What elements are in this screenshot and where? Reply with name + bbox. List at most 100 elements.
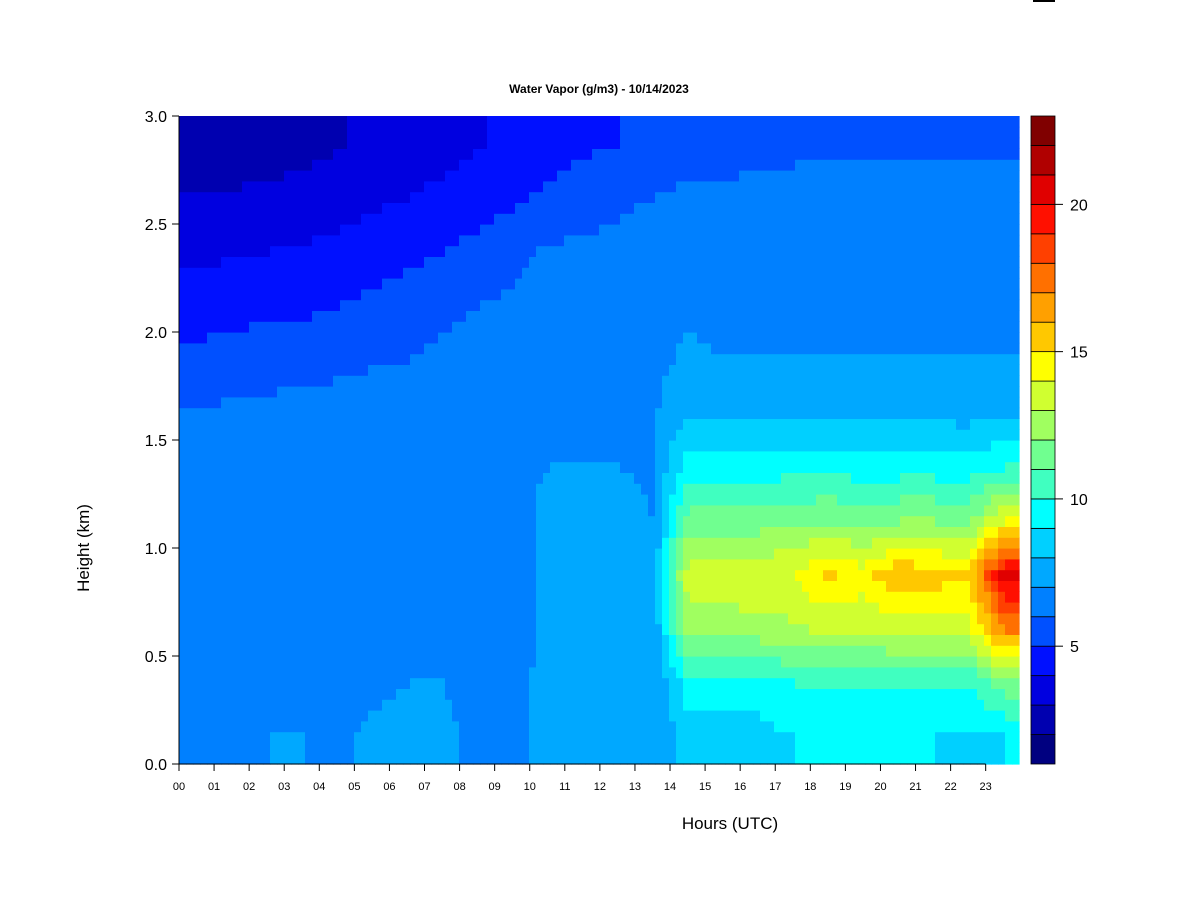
heatmap-cell [676,537,684,549]
heatmap-cell [564,375,572,387]
heatmap-cell [725,396,733,409]
heatmap-cell [662,483,670,495]
heatmap-cell [459,148,467,160]
heatmap-cell [403,558,411,571]
heatmap-cell [522,224,530,236]
heatmap-cell [690,407,698,419]
heatmap-cell [753,245,761,257]
heatmap-cell [753,677,761,689]
heatmap-cell [361,580,369,592]
heatmap-cell [193,407,201,419]
heatmap-cell [312,612,320,625]
heatmap-cell [487,202,495,214]
heatmap-cell [326,418,334,430]
heatmap-cell [620,159,628,171]
heatmap-cell [382,429,390,441]
heatmap-cell [221,256,229,268]
heatmap-cell [690,515,698,527]
heatmap-cell [228,288,236,301]
heatmap-cell [564,364,572,376]
heatmap-cell [606,483,614,495]
heatmap-cell [263,429,271,441]
heatmap-cell [697,116,705,128]
heatmap-cell [214,666,222,679]
heatmap-cell [459,504,467,517]
heatmap-cell [375,278,383,290]
heatmap-cell [466,137,474,149]
heatmap-cell [424,267,432,279]
heatmap-cell [732,202,740,214]
heatmap-cell [221,170,229,182]
heatmap-cell [298,202,306,214]
heatmap-cell [473,494,481,506]
heatmap-cell [319,429,327,441]
heatmap-cell [193,180,201,193]
heatmap-cell [347,483,355,495]
heatmap-cell [368,148,376,160]
heatmap-cell [228,548,236,560]
heatmap-cell [620,688,628,700]
heatmap-cell [627,213,635,225]
heatmap-cell [634,515,642,527]
heatmap-cell [634,126,642,139]
heatmap-cell [459,742,467,754]
heatmap-cell [389,396,397,409]
heatmap-cell [438,224,446,236]
heatmap-cell [326,137,334,149]
heatmap-cell [361,720,369,733]
heatmap-cell [417,191,425,203]
heatmap-cell [655,666,663,679]
heatmap-cell [354,461,362,473]
heatmap-cell [179,537,187,549]
heatmap-cell [270,418,278,430]
heatmap-cell [284,634,292,646]
heatmap-cell [305,364,313,376]
heatmap-cell [445,688,453,700]
heatmap-cell [424,245,432,257]
heatmap-cell [473,461,481,473]
heatmap-cell [319,353,327,365]
heatmap-cell [690,461,698,473]
heatmap-cell [354,234,362,247]
heatmap-cell [732,213,740,225]
heatmap-cell [501,504,509,517]
heatmap-cell [606,450,614,463]
heatmap-cell [697,526,705,538]
heatmap-cell [424,202,432,214]
heatmap-cell [515,602,523,614]
heatmap-cell [179,515,187,527]
heatmap-cell [634,526,642,538]
heatmap-cell [676,623,684,635]
heatmap-cell [186,278,194,290]
heatmap-cell [690,440,698,452]
heatmap-cell [676,396,684,409]
heatmap-cell [375,623,383,635]
heatmap-cell [452,634,460,646]
heatmap-cell [508,450,516,463]
heatmap-cell [683,710,691,722]
heatmap-cell [746,288,754,301]
heatmap-cell [536,623,544,635]
heatmap-cell [403,256,411,268]
heatmap-cell [501,710,509,722]
heatmap-cell [746,558,754,571]
heatmap-cell [333,375,341,387]
heatmap-cell [277,634,285,646]
heatmap-cell [704,537,712,549]
heatmap-cell [312,710,320,722]
heatmap-cell [179,429,187,441]
heatmap-cell [641,126,649,139]
heatmap-cell [515,180,523,193]
heatmap-cell [466,645,474,657]
heatmap-cell [368,699,376,711]
heatmap-cell [550,742,558,754]
heatmap-cell [459,731,467,743]
heatmap-cell [270,267,278,279]
heatmap-cell [382,310,390,322]
heatmap-cell [739,342,747,355]
heatmap-cell [214,180,222,193]
heatmap-cell [438,386,446,398]
heatmap-cell [466,699,474,711]
heatmap-cell [606,332,614,344]
heatmap-cell [354,148,362,160]
